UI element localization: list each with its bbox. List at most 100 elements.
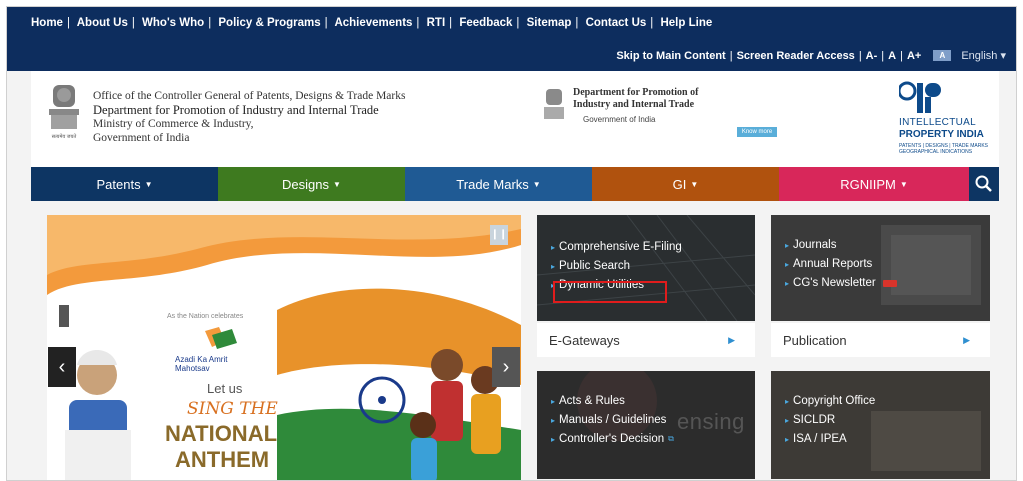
font-decrease-button[interactable]: A- (866, 50, 878, 62)
carousel-prev-button[interactable]: ‹ (48, 347, 76, 387)
main-nav: Patents ▼ Designs ▼ Trade Marks ▼ GI ▼ RGNII… (31, 167, 999, 201)
ipi-line-3: PATENTS | DESIGNS | TRADE MARKS GEOGRAPH… (899, 143, 989, 155)
ipi-line-2-text: PROPERTY INDIA (899, 129, 984, 140)
highlight-box (553, 281, 667, 303)
external-link-icon: ⧉ (668, 434, 674, 443)
link-isa-ipea[interactable]: ▸ ISA / IPEA (785, 433, 875, 445)
top-link-feedback[interactable]: Feedback (459, 17, 512, 29)
banner-artwork (47, 215, 521, 480)
emblem-icon (544, 89, 564, 119)
chevron-down-icon: ▼ (333, 179, 341, 189)
chevron-down-icon: ▼ (690, 179, 699, 189)
link-comprehensive-efiling-label: Comprehensive E-Filing (559, 241, 682, 253)
link-acts-rules[interactable]: ▸ Acts & Rules (551, 395, 674, 407)
carousel-next-button[interactable]: › (492, 347, 520, 387)
skip-to-main-link[interactable]: Skip to Main Content (616, 50, 725, 62)
egateways-title: E-Gateways (549, 332, 620, 348)
link-controllers-decision-label: Controller's Decision (559, 433, 665, 445)
publication-tile: ▸ Journals ▸ Annual Reports ▸ CG's Newslett… (771, 215, 990, 321)
search-icon (975, 175, 992, 192)
link-isa-ipea-label: ISA / IPEA (793, 433, 847, 445)
bullet-icon: ▸ (551, 415, 556, 425)
dpiit-subtitle: Government of India (583, 115, 656, 124)
nav-rgniipm-label: RGNIIPM (840, 176, 896, 192)
chevron-right-icon: › (502, 356, 510, 378)
nav-gi-label: GI (672, 176, 687, 192)
search-button[interactable] (969, 167, 999, 201)
link-sicldr-label: SICLDR (793, 414, 836, 426)
publication-links: ▸ Journals ▸ Annual Reports ▸ CG's Newslett… (785, 239, 897, 296)
org-line-4: Government of India (93, 132, 190, 144)
top-link-sitemap[interactable]: Sitemap (527, 17, 572, 29)
link-acts-rules-label: Acts & Rules (559, 395, 625, 407)
nav-patents[interactable]: Patents ▼ (31, 167, 218, 201)
bullet-icon: ▸ (551, 261, 556, 271)
link-cg-newsletter-label: CG's Newsletter (793, 277, 876, 289)
top-bar: Home | About Us | Who's Who | Policy & Prog… (7, 7, 1016, 71)
link-annual-reports-label: Annual Reports (793, 258, 873, 270)
browser-frame: Home | About Us | Who's Who | Policy & Prog… (6, 6, 1017, 481)
ipi-line-2: PROPERTY INDIA (899, 129, 984, 140)
pause-button[interactable]: ❙❙ (490, 225, 508, 245)
site-header: सत्यमेव जयते Office of the Controller Ge… (31, 71, 999, 167)
new-badge (882, 279, 897, 287)
banner-text-3: Let us (207, 381, 243, 396)
link-public-search[interactable]: ▸ Public Search (551, 260, 682, 272)
egateways-tile: ▸ Comprehensive E-Filing ▸ Public Search ▸… (537, 215, 755, 321)
hero-banner[interactable]: As the Nation celebrates Azadi Ka Amrit … (47, 215, 521, 480)
bullet-icon: ▸ (551, 434, 556, 444)
bullet-icon: ▸ (785, 240, 790, 250)
top-link-home[interactable]: Home (31, 17, 63, 29)
know-more-button[interactable]: Know more (737, 127, 777, 137)
nav-rgniipm[interactable]: RGNIIPM ▼ (779, 167, 969, 201)
link-comprehensive-efiling[interactable]: ▸ Comprehensive E-Filing (551, 241, 682, 253)
national-emblem-icon: सत्यमेव जयते (49, 85, 79, 140)
link-copyright-office[interactable]: ▸ Copyright Office (785, 395, 875, 407)
bullet-icon: ▸ (785, 434, 790, 444)
font-increase-button[interactable]: A+ (907, 50, 921, 62)
bullet-icon: ▸ (785, 278, 790, 288)
link-annual-reports[interactable]: ▸ Annual Reports (785, 258, 897, 270)
bullet-icon: ▸ (785, 259, 790, 269)
link-manuals-guidelines-label: Manuals / Guidelines (559, 414, 667, 426)
accessibility-bar: Skip to Main Content | Screen Reader Acce… (616, 49, 1006, 63)
contrast-toggle[interactable]: A (933, 50, 952, 61)
acts-links: ▸ Acts & Rules ▸ Manuals / Guidelines ▸ Con… (551, 395, 674, 452)
acts-watermark: ensing (677, 409, 745, 434)
org-name-block: Office of the Controller General of Pate… (93, 89, 405, 145)
bullet-icon: ▸ (785, 396, 790, 406)
link-sicldr[interactable]: ▸ SICLDR (785, 414, 875, 426)
banner-text-6: ANTHEM (175, 447, 270, 472)
font-normal-button[interactable]: A (888, 50, 896, 62)
top-link-achievements[interactable]: Achievements (334, 17, 412, 29)
language-label: English (961, 50, 998, 62)
chevron-left-icon: ‹ (58, 356, 66, 378)
top-link-whos-who[interactable]: Who's Who (142, 17, 204, 29)
nav-designs[interactable]: Designs ▼ (218, 167, 405, 201)
nav-designs-label: Designs (282, 176, 330, 192)
dpiit-title: Department for Promotion of Industry and… (573, 87, 733, 111)
chevron-down-icon: ▼ (532, 179, 541, 189)
nav-trade-marks[interactable]: Trade Marks ▼ (405, 167, 592, 201)
org-line-2: Department for Promotion of Industry and… (93, 103, 379, 117)
top-link-contact[interactable]: Contact Us (586, 17, 647, 29)
link-controllers-decision[interactable]: ▸ Controller's Decision ⧉ (551, 433, 674, 445)
top-link-about[interactable]: About Us (77, 17, 128, 29)
egateways-footer[interactable]: E-Gateways ▶ (537, 323, 755, 357)
banner-text-1: As the Nation celebrates (167, 313, 244, 320)
screen-reader-link[interactable]: Screen Reader Access (737, 50, 855, 62)
top-link-rti[interactable]: RTI (427, 17, 446, 29)
top-link-helpline[interactable]: Help Line (660, 17, 712, 29)
link-journals[interactable]: ▸ Journals (785, 239, 897, 251)
dpiit-title-text: Department for Promotion of Industry and… (573, 87, 699, 110)
copyright-tile: ▸ Copyright Office ▸ SICLDR ▸ ISA / IPEA (771, 371, 990, 479)
bullet-icon: ▸ (785, 415, 790, 425)
link-manuals-guidelines[interactable]: ▸ Manuals / Guidelines (551, 414, 674, 426)
nav-gi[interactable]: GI ▼ (592, 167, 779, 201)
top-link-policy[interactable]: Policy & Programs (218, 17, 320, 29)
link-cg-newsletter[interactable]: ▸ CG's Newsletter (785, 277, 897, 289)
org-line-3: Ministry of Commerce & Industry, (93, 118, 254, 130)
language-select[interactable]: English ▾ (961, 49, 1006, 62)
publication-footer[interactable]: Publication ▶ (771, 323, 990, 357)
ip-india-logo[interactable]: INTELLECTUAL PROPERTY INDIA PATENTS | DE… (899, 81, 999, 161)
